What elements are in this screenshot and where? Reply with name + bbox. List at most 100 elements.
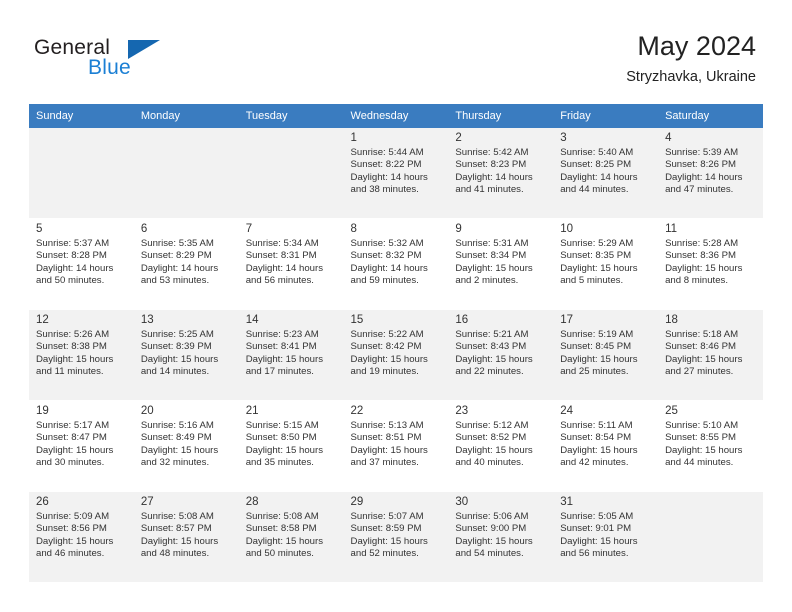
calendar-cell: 20 Sunrise: 5:16 AM Sunset: 8:49 PM Dayligh… xyxy=(133,400,239,492)
calendar-day-19[interactable]: 19 Sunrise: 5:17 AM Sunset: 8:47 PM Dayligh… xyxy=(29,401,134,491)
general-blue-logo[interactable]: General Blue xyxy=(34,36,214,88)
sunrise-text: Sunrise: 5:13 AM xyxy=(350,420,424,431)
calendar-cell xyxy=(133,128,239,219)
day-number: 18 xyxy=(665,314,678,326)
daylight-text-line1: Daylight: 15 hours xyxy=(560,535,638,547)
weekday-header-wednesday: Wednesday xyxy=(343,104,449,128)
calendar-cell: 8 Sunrise: 5:32 AM Sunset: 8:32 PM Daylight… xyxy=(343,218,449,310)
sunrise-text: Sunrise: 5:37 AM xyxy=(36,238,110,249)
calendar-day-29[interactable]: 29 Sunrise: 5:07 AM Sunset: 8:59 PM Dayligh… xyxy=(343,492,449,582)
day-number: 31 xyxy=(560,496,574,508)
calendar-day-6[interactable]: 6 Sunrise: 5:35 AM Sunset: 8:29 PM Daylight… xyxy=(133,219,239,309)
day-number: 3 xyxy=(560,132,567,144)
calendar-cell: 16 Sunrise: 5:21 AM Sunset: 8:43 PM Dayligh… xyxy=(448,309,554,401)
calendar-day-26[interactable]: 26 Sunrise: 5:09 AM Sunset: 8:56 PM Dayligh… xyxy=(29,492,134,582)
calendar-day-23[interactable]: 23 Sunrise: 5:12 AM Sunset: 8:52 PM Dayligh… xyxy=(448,401,554,491)
sunset-text: Sunset: 8:55 PM xyxy=(665,432,736,444)
daylight-text-line2: and 48 minutes. xyxy=(140,548,210,560)
calendar-day-10[interactable]: 10 Sunrise: 5:29 AM Sunset: 8:35 PM Dayligh… xyxy=(553,219,659,309)
daylight-text-line1: Daylight: 14 hours xyxy=(560,171,638,183)
calendar-day-1[interactable]: 1 Sunrise: 5:44 AM Sunset: 8:22 PM Daylight… xyxy=(343,128,449,218)
sunrise-text: Sunrise: 5:08 AM xyxy=(245,511,319,522)
daylight-text-line1: Daylight: 14 hours xyxy=(350,171,428,183)
sunset-text: Sunset: 9:01 PM xyxy=(560,523,632,535)
calendar-cell: 11 Sunrise: 5:28 AM Sunset: 8:36 PM Dayligh… xyxy=(658,218,763,310)
sunset-text: Sunset: 8:52 PM xyxy=(455,432,527,444)
sunrise-text: Sunrise: 5:07 AM xyxy=(350,511,424,522)
day-number: 28 xyxy=(245,496,259,508)
sunset-text: Sunset: 8:31 PM xyxy=(245,250,317,262)
calendar-day-empty xyxy=(238,128,344,218)
daylight-text-line2: and 30 minutes. xyxy=(36,457,105,469)
daylight-text-line1: Daylight: 15 hours xyxy=(665,353,743,365)
calendar-cell: 10 Sunrise: 5:29 AM Sunset: 8:35 PM Dayligh… xyxy=(553,218,659,310)
weekday-header-thursday: Thursday xyxy=(448,104,554,128)
daylight-text-line1: Daylight: 14 hours xyxy=(245,262,324,274)
sunrise-text: Sunrise: 5:44 AM xyxy=(350,147,424,158)
calendar-day-2[interactable]: 2 Sunrise: 5:42 AM Sunset: 8:23 PM Daylight… xyxy=(448,128,554,218)
sunset-text: Sunset: 8:22 PM xyxy=(350,159,422,171)
daylight-text-line1: Daylight: 15 hours xyxy=(36,444,114,456)
calendar-cell: 14 Sunrise: 5:23 AM Sunset: 8:41 PM Dayligh… xyxy=(238,309,344,401)
calendar-day-14[interactable]: 14 Sunrise: 5:23 AM Sunset: 8:41 PM Dayligh… xyxy=(238,310,344,400)
calendar-cell: 26 Sunrise: 5:09 AM Sunset: 8:56 PM Dayligh… xyxy=(29,491,134,583)
calendar-day-17[interactable]: 17 Sunrise: 5:19 AM Sunset: 8:45 PM Dayligh… xyxy=(553,310,659,400)
daylight-text-line2: and 32 minutes. xyxy=(140,457,210,469)
sunrise-text: Sunrise: 5:09 AM xyxy=(36,511,110,522)
daylight-text-line1: Daylight: 14 hours xyxy=(665,171,743,183)
calendar-day-20[interactable]: 20 Sunrise: 5:16 AM Sunset: 8:49 PM Dayligh… xyxy=(133,401,239,491)
sunset-text: Sunset: 8:56 PM xyxy=(36,523,107,535)
calendar-day-4[interactable]: 4 Sunrise: 5:39 AM Sunset: 8:26 PM Daylight… xyxy=(658,128,763,218)
calendar-day-13[interactable]: 13 Sunrise: 5:25 AM Sunset: 8:39 PM Dayligh… xyxy=(133,310,239,400)
sunrise-text: Sunrise: 5:23 AM xyxy=(245,329,319,340)
calendar-day-empty xyxy=(29,128,134,218)
page-title: May 2024 xyxy=(637,31,756,61)
calendar-day-12[interactable]: 12 Sunrise: 5:26 AM Sunset: 8:38 PM Dayligh… xyxy=(29,310,134,400)
daylight-text-line1: Daylight: 15 hours xyxy=(245,353,324,365)
sunset-text: Sunset: 8:46 PM xyxy=(665,341,736,353)
calendar-day-27[interactable]: 27 Sunrise: 5:08 AM Sunset: 8:57 PM Dayligh… xyxy=(133,492,239,582)
day-number: 29 xyxy=(350,496,364,508)
calendar-day-11[interactable]: 11 Sunrise: 5:28 AM Sunset: 8:36 PM Dayligh… xyxy=(658,219,763,309)
triangle-flag-icon xyxy=(128,40,160,59)
calendar-day-15[interactable]: 15 Sunrise: 5:22 AM Sunset: 8:42 PM Dayligh… xyxy=(343,310,449,400)
calendar-day-24[interactable]: 24 Sunrise: 5:11 AM Sunset: 8:54 PM Dayligh… xyxy=(553,401,659,491)
calendar-day-9[interactable]: 9 Sunrise: 5:31 AM Sunset: 8:34 PM Daylight… xyxy=(448,219,554,309)
day-number: 8 xyxy=(350,223,357,235)
sunset-text: Sunset: 8:58 PM xyxy=(245,523,317,535)
calendar-day-7[interactable]: 7 Sunrise: 5:34 AM Sunset: 8:31 PM Daylight… xyxy=(238,219,344,309)
calendar-cell: 1 Sunrise: 5:44 AM Sunset: 8:22 PM Daylight… xyxy=(343,128,449,219)
daylight-text-line1: Daylight: 15 hours xyxy=(455,535,533,547)
calendar-cell: 27 Sunrise: 5:08 AM Sunset: 8:57 PM Dayligh… xyxy=(133,491,239,583)
calendar-day-5[interactable]: 5 Sunrise: 5:37 AM Sunset: 8:28 PM Daylight… xyxy=(29,219,134,309)
calendar-header-row: Sunday Monday Tuesday Wednesday Thursday… xyxy=(29,104,763,128)
daylight-text-line1: Daylight: 15 hours xyxy=(455,262,533,274)
calendar-day-28[interactable]: 28 Sunrise: 5:08 AM Sunset: 8:58 PM Dayligh… xyxy=(238,492,344,582)
calendar-day-25[interactable]: 25 Sunrise: 5:10 AM Sunset: 8:55 PM Dayligh… xyxy=(658,401,763,491)
calendar-cell xyxy=(238,128,344,219)
calendar-day-8[interactable]: 8 Sunrise: 5:32 AM Sunset: 8:32 PM Daylight… xyxy=(343,219,449,309)
daylight-text-line2: and 52 minutes. xyxy=(350,548,419,560)
calendar-day-22[interactable]: 22 Sunrise: 5:13 AM Sunset: 8:51 PM Dayligh… xyxy=(343,401,449,491)
sunrise-text: Sunrise: 5:39 AM xyxy=(665,147,739,158)
calendar-day-18[interactable]: 18 Sunrise: 5:18 AM Sunset: 8:46 PM Dayligh… xyxy=(658,310,763,400)
day-number: 6 xyxy=(140,223,148,235)
calendar-day-21[interactable]: 21 Sunrise: 5:15 AM Sunset: 8:50 PM Dayligh… xyxy=(238,401,344,491)
sunset-text: Sunset: 9:00 PM xyxy=(455,523,527,535)
day-number: 16 xyxy=(455,314,469,326)
calendar-cell: 2 Sunrise: 5:42 AM Sunset: 8:23 PM Daylight… xyxy=(448,128,554,219)
day-number: 17 xyxy=(560,314,574,326)
sunrise-text: Sunrise: 5:29 AM xyxy=(560,238,634,249)
daylight-text-line2: and 25 minutes. xyxy=(560,366,629,378)
calendar-day-3[interactable]: 3 Sunrise: 5:40 AM Sunset: 8:25 PM Daylight… xyxy=(553,128,659,218)
sunrise-text: Sunrise: 5:34 AM xyxy=(245,238,319,249)
sunrise-text: Sunrise: 5:12 AM xyxy=(455,420,529,431)
calendar-day-31[interactable]: 31 Sunrise: 5:05 AM Sunset: 9:01 PM Dayligh… xyxy=(553,492,659,582)
calendar-day-30[interactable]: 30 Sunrise: 5:06 AM Sunset: 9:00 PM Dayligh… xyxy=(448,492,554,582)
calendar-day-16[interactable]: 16 Sunrise: 5:21 AM Sunset: 8:43 PM Dayligh… xyxy=(448,310,554,400)
daylight-text-line2: and 8 minutes. xyxy=(665,275,728,287)
logo-text-blue: Blue xyxy=(88,56,131,79)
weekday-header-sunday: Sunday xyxy=(29,104,134,128)
sunrise-text: Sunrise: 5:05 AM xyxy=(560,511,634,522)
sunrise-text: Sunrise: 5:42 AM xyxy=(455,147,529,158)
